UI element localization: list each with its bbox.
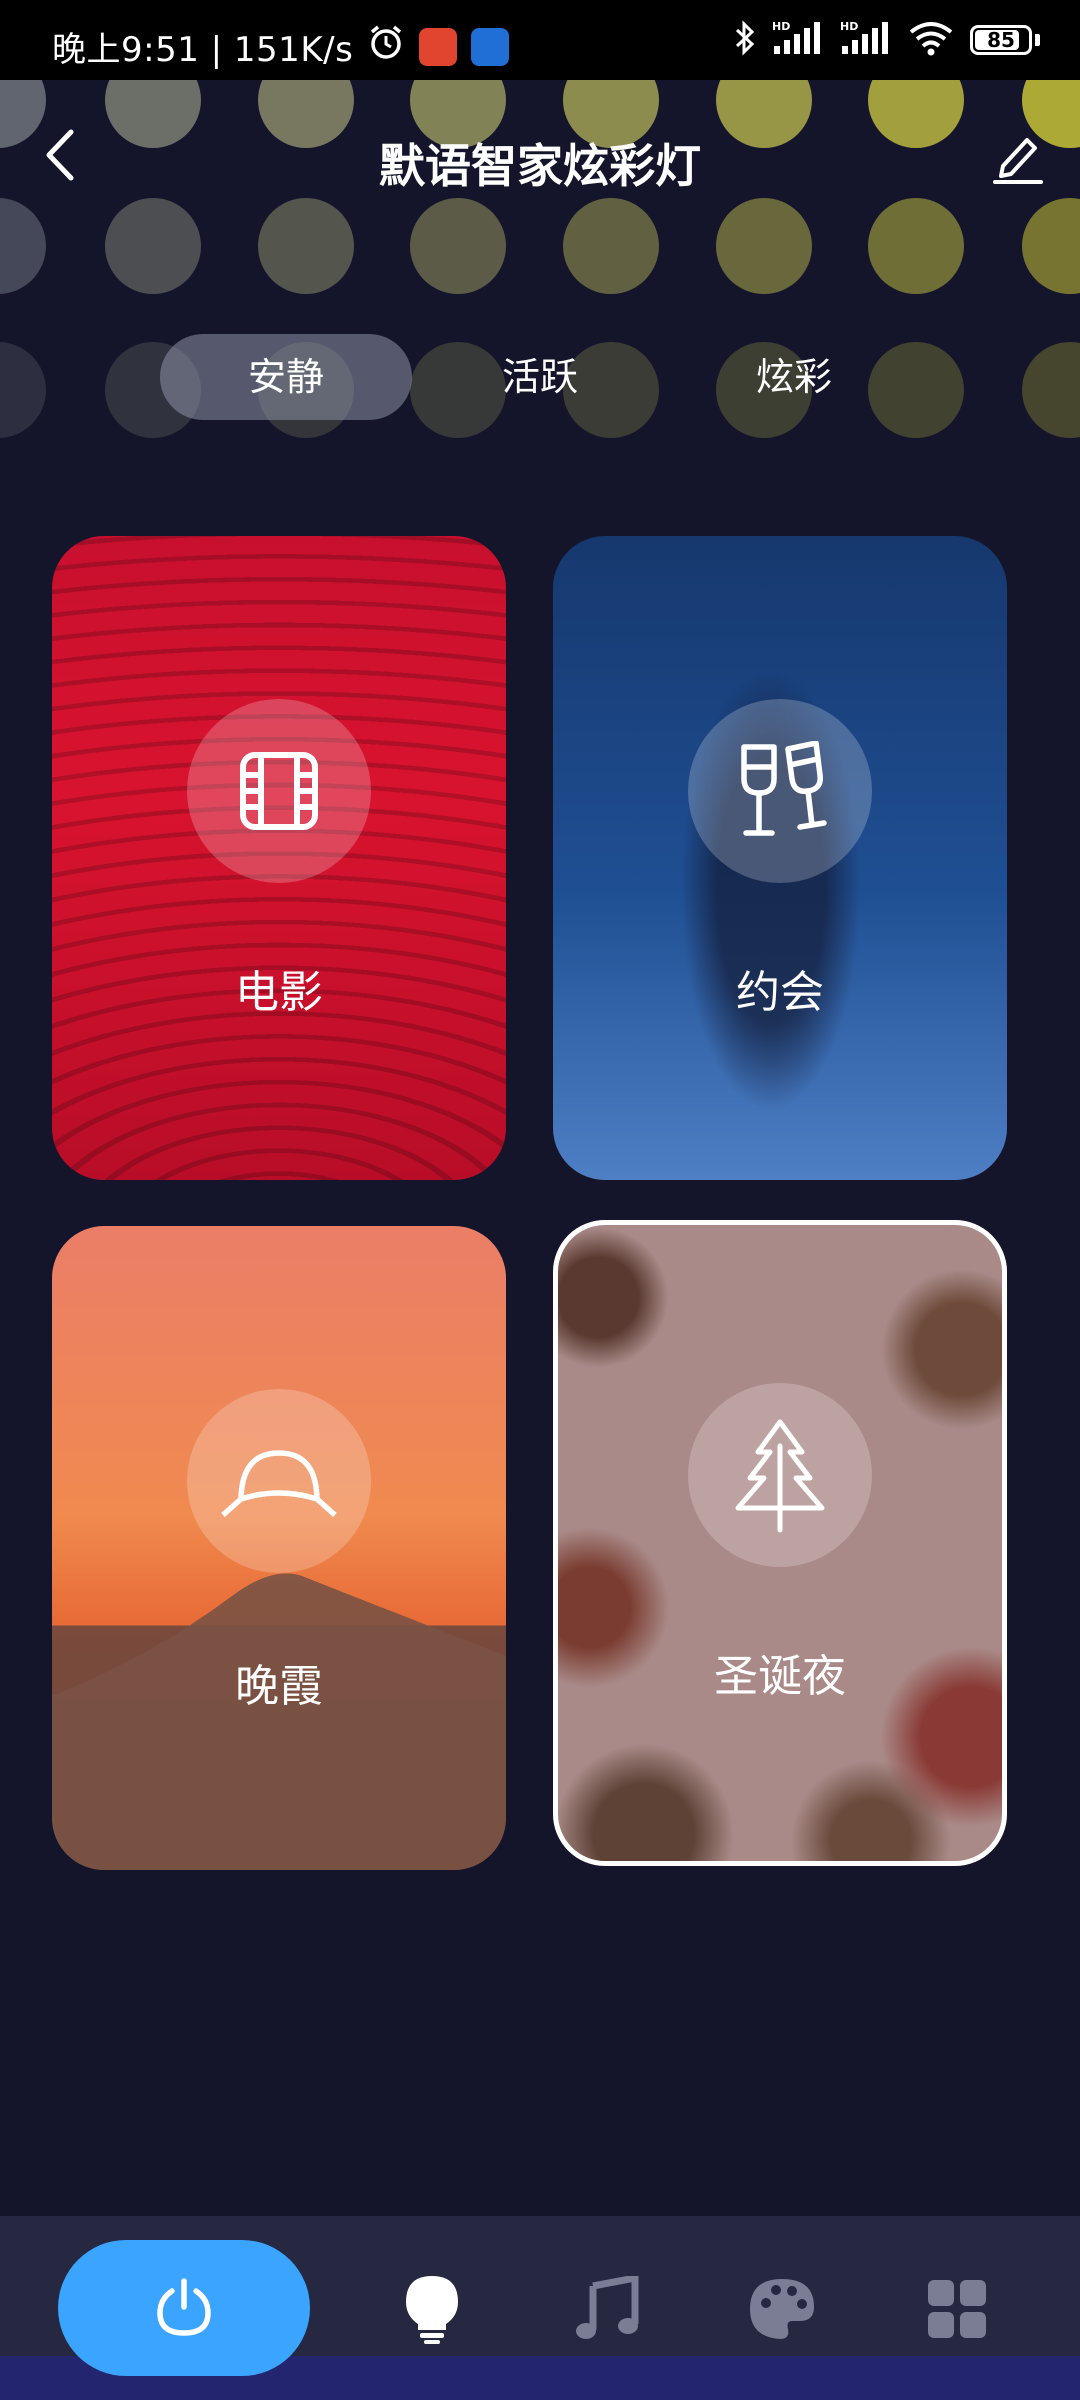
mode-tabs: 安静 活跃 炫彩 xyxy=(160,334,920,420)
icon-circle xyxy=(688,699,872,883)
bulb-icon xyxy=(406,2276,458,2344)
tab-quiet[interactable]: 安静 xyxy=(160,334,412,420)
scene-card-sunset[interactable]: 晚霞 xyxy=(52,1226,506,1870)
scene-label: 圣诞夜 xyxy=(714,1651,846,1702)
scene-card-date[interactable]: 约会 xyxy=(553,536,1007,1180)
svg-text:HD: HD xyxy=(772,20,790,33)
decorative-dot xyxy=(0,342,46,438)
christmas-tree-icon xyxy=(735,1419,825,1533)
status-bar: 晚上9:51 | 151K/s HD HD 85 xyxy=(0,0,1080,80)
nav-grid-button[interactable] xyxy=(922,2274,992,2344)
nav-music-button[interactable] xyxy=(572,2274,642,2344)
wifi-icon xyxy=(908,20,954,60)
icon-circle xyxy=(187,1389,371,1573)
tab-colorful[interactable]: 炫彩 xyxy=(668,334,920,420)
battery-level: 85 xyxy=(987,28,1015,52)
status-left: 晚上9:51 | 151K/s xyxy=(52,22,510,71)
icon-circle xyxy=(187,699,371,883)
scene-card-christmas-eve[interactable]: 圣诞夜 xyxy=(553,1220,1007,1866)
bottom-nav xyxy=(0,2216,1080,2400)
card-background xyxy=(553,1220,1007,1866)
scene-label: 约会 xyxy=(736,967,824,1018)
nav-bulb-button[interactable] xyxy=(397,2274,467,2344)
app-icon-1 xyxy=(419,27,458,66)
battery-icon: 85 xyxy=(970,25,1040,55)
tab-active[interactable]: 活跃 xyxy=(414,334,666,420)
wine-glasses-icon xyxy=(741,741,827,836)
grid-icon xyxy=(928,2280,986,2338)
alarm-icon xyxy=(367,23,405,70)
scene-card-movie[interactable]: 电影 xyxy=(52,536,506,1180)
edit-button[interactable] xyxy=(986,125,1050,189)
nav-palette-button[interactable] xyxy=(747,2274,817,2344)
palette-icon xyxy=(750,2279,814,2339)
status-right: HD HD 85 xyxy=(734,20,1040,60)
power-button[interactable] xyxy=(58,2240,310,2376)
page-title: 默语智家炫彩灯 xyxy=(379,139,701,193)
pencil-icon xyxy=(993,138,1043,184)
sunset-icon xyxy=(221,1450,337,1518)
status-time: 晚上9:51 | 151K/s xyxy=(52,30,354,70)
app-icon-2 xyxy=(471,27,510,66)
decorative-dot xyxy=(1022,342,1080,438)
power-icon xyxy=(157,2278,211,2336)
scene-label: 电影 xyxy=(235,967,323,1018)
icon-circle xyxy=(688,1383,872,1567)
svg-text:HD: HD xyxy=(840,20,858,33)
app-header: 默语智家炫彩灯 xyxy=(0,80,1080,230)
music-note-icon xyxy=(576,2276,639,2339)
scene-label: 晚霞 xyxy=(235,1661,323,1712)
signal-hd-icon: HD xyxy=(840,20,892,60)
film-icon xyxy=(240,752,318,830)
bluetooth-icon xyxy=(734,20,756,60)
signal-hd-icon: HD xyxy=(772,20,824,60)
